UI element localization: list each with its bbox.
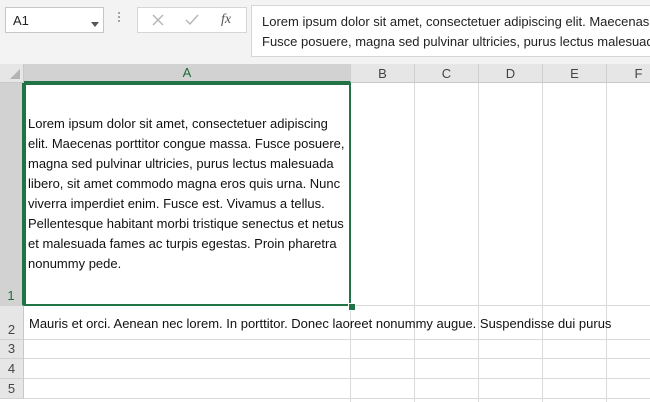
formula-text: Lorem ipsum dolor sit amet, consectetuer… bbox=[262, 14, 650, 56]
column-header-a[interactable]: A bbox=[24, 64, 351, 83]
enter-icon[interactable] bbox=[176, 8, 208, 32]
sheet-grid[interactable]: A B C D E F 1 2 3 4 5 Lorem ipsum dolor … bbox=[0, 64, 650, 402]
gridline bbox=[542, 83, 543, 402]
row-header-5[interactable]: 5 bbox=[0, 379, 24, 399]
gridline bbox=[24, 398, 650, 399]
more-options-icon[interactable] bbox=[117, 10, 121, 30]
formula-buttons: fx bbox=[137, 7, 247, 33]
column-header-d[interactable]: D bbox=[479, 64, 543, 83]
name-box-value: A1 bbox=[13, 13, 29, 28]
row-header-1[interactable]: 1 bbox=[0, 83, 24, 306]
fill-handle[interactable] bbox=[348, 303, 356, 311]
spreadsheet-window: A1 fx Lorem ipsum dolor sit amet, consec… bbox=[0, 0, 650, 402]
cell-a1-active[interactable]: Lorem ipsum dolor sit amet, consectetuer… bbox=[24, 83, 351, 306]
row-header-3[interactable]: 3 bbox=[0, 340, 24, 359]
column-header-c[interactable]: C bbox=[415, 64, 479, 83]
gridline bbox=[606, 83, 607, 402]
cell-a1-text: Lorem ipsum dolor sit amet, consectetuer… bbox=[28, 116, 345, 271]
gridline bbox=[414, 83, 415, 402]
row-header-4[interactable]: 4 bbox=[0, 359, 24, 379]
formula-bar-area: A1 fx Lorem ipsum dolor sit amet, consec… bbox=[0, 0, 650, 65]
row-header-2[interactable]: 2 bbox=[0, 306, 24, 340]
gridline bbox=[24, 339, 650, 340]
select-all-icon bbox=[10, 69, 20, 79]
gridline bbox=[478, 83, 479, 402]
chevron-down-icon[interactable] bbox=[91, 16, 99, 31]
function-icon[interactable]: fx bbox=[210, 8, 242, 32]
column-header-f[interactable]: F bbox=[607, 64, 650, 83]
column-header-b[interactable]: B bbox=[351, 64, 415, 83]
cell-a2-text[interactable]: Mauris et orci. Aenean nec lorem. In por… bbox=[29, 314, 611, 334]
gridline bbox=[24, 378, 650, 379]
gridline bbox=[24, 358, 650, 359]
select-all-button[interactable] bbox=[0, 64, 24, 83]
name-box[interactable]: A1 bbox=[5, 7, 104, 33]
column-header-e[interactable]: E bbox=[543, 64, 607, 83]
formula-input[interactable]: Lorem ipsum dolor sit amet, consectetuer… bbox=[251, 5, 650, 57]
cancel-icon[interactable] bbox=[142, 8, 174, 32]
